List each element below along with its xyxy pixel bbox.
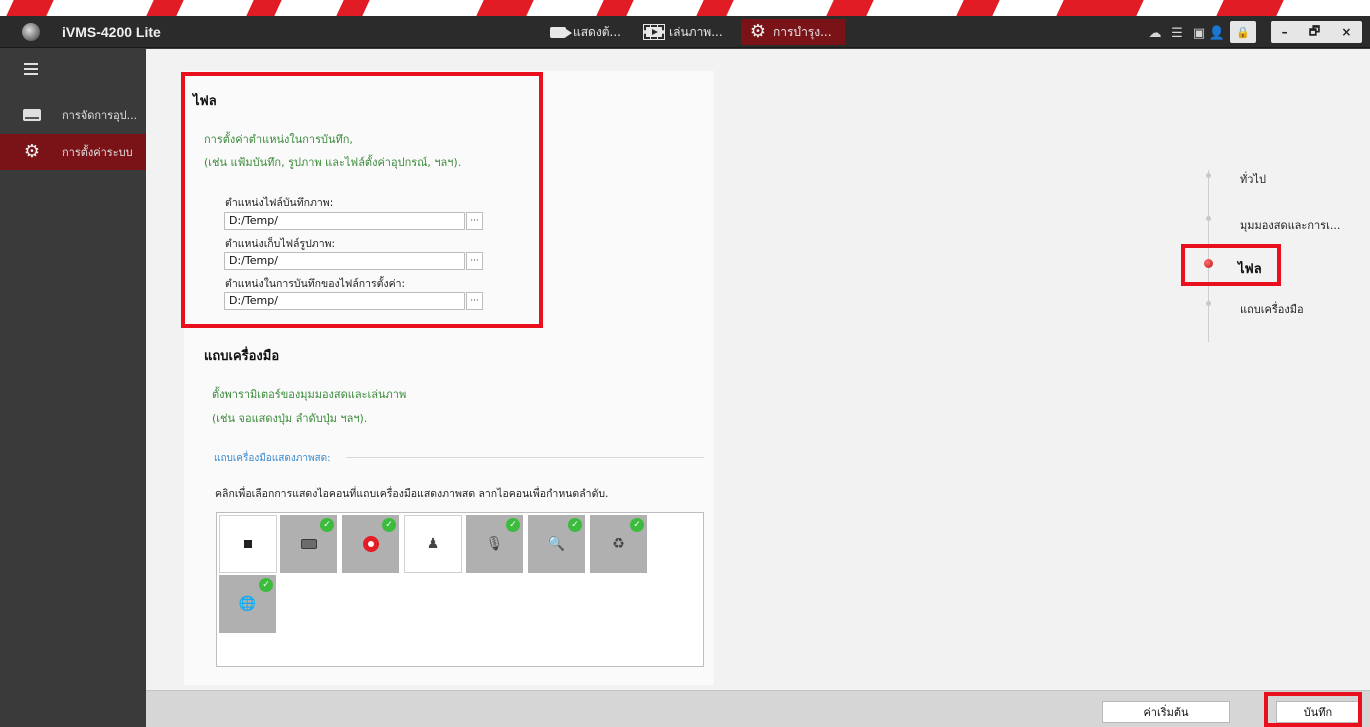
toolbar-section-title: แถบเครื่องมือ (204, 349, 280, 364)
tab-label: เล่นภาพ... (669, 24, 723, 39)
snapshot-icon (300, 539, 317, 549)
app-logo-icon (22, 23, 40, 41)
tool-zoom[interactable]: 🔍 ✓ (528, 515, 586, 573)
live-toolbar-grid: ✓ ✓ ♟ 🎙 ✓ 🔍 ✓ ♻ ✓ 🌐 ✓ (216, 512, 704, 667)
title-bar: iVMS-4200 Lite แสดงต้... เล่นภาพ... ⚙ กา… (0, 16, 1370, 48)
tab-playback[interactable]: เล่นภาพ... (637, 19, 729, 45)
tab-maintenance[interactable]: ⚙ การบำรุง... (741, 19, 845, 45)
app-window: iVMS-4200 Lite แสดงต้... เล่นภาพ... ⚙ กา… (0, 0, 1370, 727)
check-icon: ✓ (382, 518, 396, 532)
tab-label: แสดงต้... (573, 24, 621, 39)
picture-path-browse-button[interactable]: ··· (466, 252, 483, 270)
check-icon: ✓ (259, 578, 273, 592)
gear-icon: ⚙ (23, 141, 41, 162)
picture-path-label: ตำแหน่งเก็บไฟล์รูปภาพ: (225, 238, 336, 250)
file-section-title: ไฟล (193, 94, 217, 109)
save-button[interactable]: บันทึก (1276, 701, 1360, 723)
zoom-icon: 🔍 (547, 536, 566, 552)
tool-globe-settings[interactable]: 🌐 ✓ (219, 575, 277, 633)
monitor-icon[interactable]: ▣ (1190, 24, 1208, 42)
globe-settings-icon: 🌐 (238, 596, 257, 612)
sidebar: การจัดการอุป... ⚙ การตั้งค่าระบบ (0, 49, 146, 727)
tab-live-view[interactable]: แสดงต้... (541, 19, 627, 45)
nav-item-file[interactable]: ไฟล (1238, 258, 1262, 279)
list-icon[interactable]: ☰ (1168, 24, 1186, 42)
tool-ptz[interactable]: ♻ ✓ (590, 515, 648, 573)
config-path-input[interactable]: D:/Temp/ (224, 292, 465, 310)
film-play-icon (643, 24, 665, 40)
nav-dot (1206, 216, 1211, 221)
sidebar-item-label: การตั้งค่าระบบ (62, 146, 133, 159)
tool-snapshot[interactable]: ✓ (280, 515, 338, 573)
file-section-desc-1: การตั้งค่าตำแหน่งในการบันทึก, (204, 133, 353, 146)
record-path-browse-button[interactable]: ··· (466, 212, 483, 230)
record-path-input[interactable]: D:/Temp/ (224, 212, 465, 230)
tool-stop[interactable] (219, 515, 277, 573)
record-path-label: ตำแหน่งไฟล์บันทึกภาพ: (225, 197, 334, 209)
live-toolbar-subhead: แถบเครื่องมือแสดงภาพสด: (214, 453, 331, 464)
check-icon: ✓ (630, 518, 644, 532)
hard-drive-icon (22, 109, 42, 121)
stop-icon (244, 540, 252, 548)
person-icon: ♟ (426, 536, 440, 552)
sidebar-item-label: การจัดการอุป... (62, 109, 138, 122)
subhead-divider (346, 457, 704, 458)
brand-stripe (0, 0, 1370, 16)
ptz-icon: ♻ (612, 536, 625, 552)
nav-dot (1206, 301, 1211, 306)
toolbar-section-desc-2: (เช่น จอแสดงปุ่ม ลำดับปุ่ม ฯลฯ). (212, 412, 368, 425)
camera-icon (547, 24, 572, 40)
user-icon[interactable]: 👤 (1208, 24, 1226, 42)
tool-microphone[interactable]: 🎙 ✓ (466, 515, 524, 573)
nav-dot (1206, 173, 1211, 178)
microphone-icon: 🎙 (485, 536, 504, 552)
nav-item-live-view[interactable]: มุมมองสดและการเ... (1240, 216, 1340, 234)
toolbar-hint: คลิกเพื่อเลือกการแสดงไอคอนที่แถบเครื่องม… (215, 488, 609, 500)
hamburger-menu-icon[interactable] (24, 63, 38, 75)
check-icon: ✓ (568, 518, 582, 532)
file-section-desc-2: (เช่น แฟ้มบันทึก, รูปภาพ และไฟล์ตั้งค่าอ… (204, 156, 462, 169)
nav-dot-active (1204, 259, 1213, 268)
tool-person[interactable]: ♟ (404, 515, 462, 573)
tab-label: การบำรุง... (773, 24, 832, 39)
nav-item-toolbar[interactable]: แถบเครื่องมือ (1240, 300, 1304, 318)
check-icon: ✓ (506, 518, 520, 532)
record-icon (362, 536, 379, 552)
app-title: iVMS-4200 Lite (62, 24, 161, 40)
toolbar-section-desc-1: ตั้งพารามิเตอร์ของมุมมองสดและเล่นภาพ (212, 388, 407, 401)
lock-icon[interactable]: 🔒 (1230, 21, 1256, 43)
sidebar-item-device-management[interactable]: การจัดการอุป... (0, 97, 146, 133)
tool-record[interactable]: ✓ (342, 515, 400, 573)
gear-icon: ⚙ (749, 21, 767, 42)
close-button[interactable]: × (1341, 25, 1351, 39)
check-icon: ✓ (320, 518, 334, 532)
minimize-button[interactable]: – (1282, 25, 1288, 39)
cloud-icon[interactable]: ☁ (1146, 24, 1164, 42)
restore-button[interactable]: 🗗 (1309, 22, 1320, 43)
default-button[interactable]: ค่าเริ่มต้น (1102, 701, 1230, 723)
sidebar-item-system-settings[interactable]: ⚙ การตั้งค่าระบบ (0, 134, 146, 170)
picture-path-input[interactable]: D:/Temp/ (224, 252, 465, 270)
settings-nav-rail (1208, 170, 1209, 342)
window-controls: – 🗗 × (1271, 21, 1362, 43)
nav-item-general[interactable]: ทั่วไป (1240, 170, 1266, 188)
config-path-browse-button[interactable]: ··· (466, 292, 483, 310)
footer-bar: ค่าเริ่มต้น บันทึก (146, 690, 1370, 727)
config-path-label: ตำแหน่งในการบันทึกของไฟล์การตั้งค่า: (225, 278, 406, 290)
